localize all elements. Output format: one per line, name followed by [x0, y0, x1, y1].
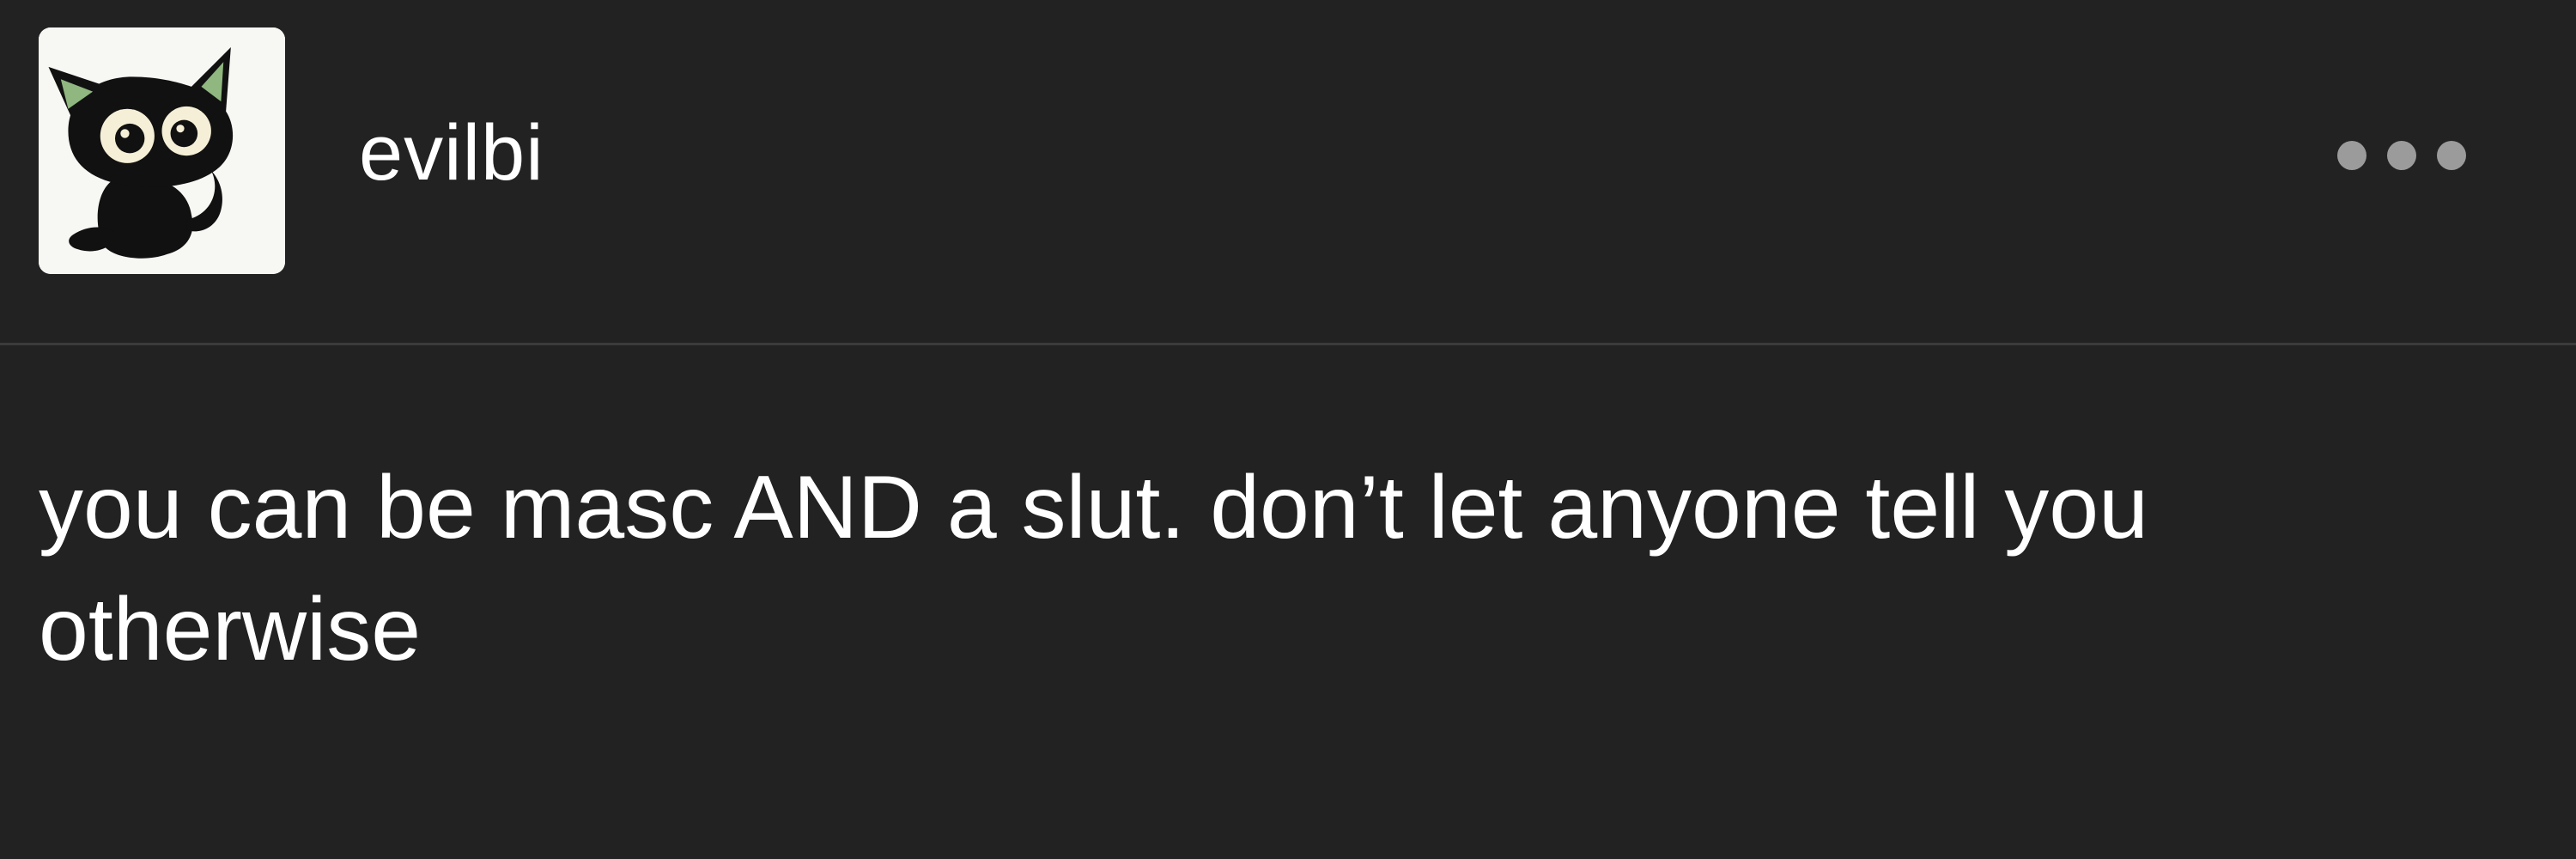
menu-dot: [2437, 141, 2466, 170]
post-author-username[interactable]: evilbi: [359, 110, 544, 196]
black-cat-icon: [39, 27, 285, 274]
avatar[interactable]: [39, 27, 285, 274]
menu-dot: [2337, 141, 2366, 170]
post-body-text: you can be masc AND a slut. don’t let an…: [39, 458, 2148, 679]
more-options-icon[interactable]: [2337, 132, 2466, 179]
menu-dot: [2387, 141, 2416, 170]
post-card: evilbi you can be masc AND a slut. don’t…: [0, 0, 2576, 859]
post-header: evilbi: [0, 0, 2576, 345]
